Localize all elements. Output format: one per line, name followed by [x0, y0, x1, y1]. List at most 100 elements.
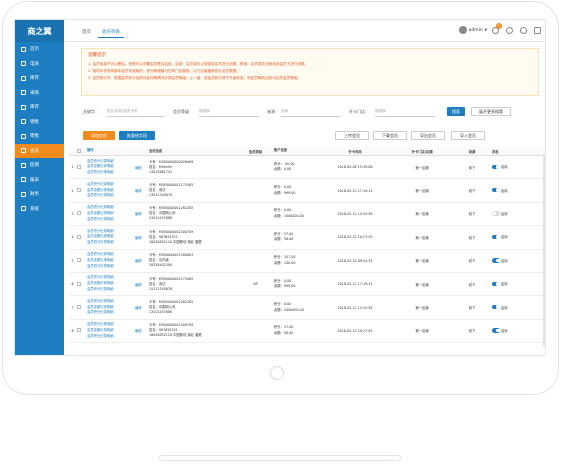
- points-log-link[interactable]: 会员积分记录明细: [87, 182, 113, 186]
- sidebar-item-label: 报表: [30, 177, 39, 183]
- table-row: 5 会员积分记录明细 会员余额记录明细 会员积分记录明细 编辑 卡号：M5E0000001…: [69, 250, 545, 273]
- export-member-button[interactable]: 导出会员: [411, 131, 445, 140]
- sidebar-item[interactable]: 首页: [15, 42, 64, 57]
- status-toggle[interactable]: 启用: [491, 187, 527, 194]
- edit-link[interactable]: 编辑: [134, 328, 148, 333]
- balance-log-link[interactable]: 会员余额记录明细: [87, 211, 113, 215]
- points-log-link[interactable]: 会员积分记录明细: [87, 217, 113, 221]
- balance-log-link[interactable]: 会员余额记录明细: [87, 234, 113, 238]
- download-member-button[interactable]: 下载会员: [373, 131, 407, 140]
- toggle-switch[interactable]: [492, 258, 500, 263]
- toggle-switch[interactable]: [492, 328, 500, 333]
- points-log-link[interactable]: 会员积分记录明细: [87, 275, 113, 279]
- toggle-switch[interactable]: [492, 281, 500, 287]
- edit-link[interactable]: 编辑: [134, 235, 148, 240]
- points-log-link[interactable]: 会员积分记录明细: [87, 287, 113, 291]
- sidebar-item[interactable]: 销售: [15, 115, 64, 130]
- edit-link[interactable]: 编辑: [134, 282, 148, 287]
- sidebar-item[interactable]: 库存: [15, 71, 64, 86]
- card-no: 卡号：M5E0000001173485: [149, 276, 194, 281]
- row-number: 2: [71, 188, 74, 193]
- sidebar-item[interactable]: 库存: [15, 100, 64, 115]
- member-name: 姓名：Mhhhhh: [149, 164, 173, 169]
- tab-home[interactable]: 首页: [78, 27, 95, 37]
- expand-search-button[interactable]: 展开更多搜索: [471, 107, 511, 116]
- sidebar-item[interactable]: 零售: [15, 129, 64, 144]
- points-log-link[interactable]: 会员积分记录明细: [87, 193, 113, 197]
- toggle-switch[interactable]: [492, 304, 500, 310]
- balance-log-link[interactable]: 会员余额记录明细: [87, 258, 113, 262]
- edit-link[interactable]: 编辑: [134, 258, 148, 263]
- send-icon[interactable]: [534, 27, 541, 34]
- sidebar-item[interactable]: 会员: [15, 143, 64, 158]
- points-log-link[interactable]: 会员积分记录明细: [87, 170, 113, 174]
- points-log-link[interactable]: 会员积分记录明细: [87, 205, 113, 209]
- batch-button[interactable]: 批量给字段: [119, 131, 155, 140]
- toggle-switch[interactable]: [492, 164, 500, 170]
- user-menu[interactable]: admin ▾: [458, 26, 487, 34]
- toggle-switch[interactable]: [492, 211, 500, 216]
- row-checkbox[interactable]: [76, 258, 86, 263]
- status-toggle[interactable]: 启用: [491, 234, 527, 240]
- row-checkbox[interactable]: [76, 328, 86, 333]
- user-icon[interactable]: [506, 27, 513, 34]
- row-checkbox[interactable]: [76, 234, 86, 240]
- points-log-link[interactable]: 会员积分记录明细: [87, 240, 113, 244]
- sidebar-item[interactable]: 采购: [15, 86, 64, 101]
- open-time: 2018-03-12 13:52:58: [337, 305, 373, 310]
- open-time: 2018-03-12 17:19:13: [337, 188, 373, 193]
- points-log-link[interactable]: 会员积分记录明细: [87, 322, 113, 326]
- sidebar-item[interactable]: 系统: [15, 202, 64, 217]
- row-checkbox[interactable]: [76, 188, 86, 193]
- add-member-button[interactable]: 添加会员: [83, 131, 115, 140]
- points-log-link[interactable]: 会员积分记录明细: [87, 159, 113, 163]
- menu-icon: [21, 177, 26, 183]
- points-log-link[interactable]: 会员积分记录明细: [87, 229, 113, 233]
- status-toggle[interactable]: 启用: [491, 164, 527, 170]
- import-member-button[interactable]: 导入会员: [451, 131, 485, 140]
- balance-log-link[interactable]: 会员余额记录明细: [87, 305, 113, 309]
- row-checkbox[interactable]: [76, 305, 86, 310]
- points-log-link[interactable]: 会员积分记录明细: [87, 252, 113, 256]
- balance-log-link[interactable]: 会员余额记录明细: [87, 328, 113, 332]
- store-select[interactable]: 请选择: [375, 107, 435, 117]
- toggle-switch[interactable]: [492, 234, 500, 240]
- tab-member-list[interactable]: 会员列表: [98, 27, 124, 38]
- tip-line: 1. 会员信息不可以删除，但是可以设置会员是否启用，启用：会员将可以使用该会员进…: [88, 62, 309, 66]
- row-checkbox[interactable]: [76, 164, 86, 170]
- source-select[interactable]: 全部: [281, 107, 341, 117]
- sidebar-item[interactable]: 财务: [15, 187, 64, 202]
- balance-log-link[interactable]: 会员余额记录明细: [87, 164, 113, 168]
- upload-member-button[interactable]: 上传会员: [335, 131, 369, 140]
- toggle-switch[interactable]: [492, 187, 500, 193]
- balance-log-link[interactable]: 会员余额记录明细: [87, 281, 113, 285]
- points-log-link[interactable]: 会员积分记录明细: [87, 299, 113, 303]
- row-checkbox[interactable]: [76, 211, 86, 216]
- edit-link[interactable]: 编辑: [134, 165, 148, 170]
- edit-link[interactable]: 编辑: [134, 211, 148, 216]
- status-toggle[interactable]: 启用: [491, 304, 527, 311]
- row-checkbox[interactable]: [76, 281, 86, 287]
- help-icon[interactable]: [520, 27, 527, 34]
- status-toggle[interactable]: 启用: [491, 328, 527, 334]
- status-toggle[interactable]: 启用: [491, 258, 527, 264]
- level-select[interactable]: 请选择: [199, 107, 259, 117]
- balance: 余额：999.00: [274, 284, 296, 289]
- points: 积分：207.00: [274, 255, 296, 260]
- status-toggle[interactable]: 启用: [491, 211, 527, 217]
- sidebar-item[interactable]: 电商: [15, 57, 64, 72]
- balance-log-link[interactable]: 会员余额记录明细: [87, 188, 113, 192]
- status-toggle[interactable]: 启用: [491, 281, 527, 287]
- balance: 余额：999.00: [274, 190, 296, 195]
- scrollbar[interactable]: [543, 156, 545, 346]
- col-check[interactable]: [76, 148, 86, 154]
- edit-link[interactable]: 编辑: [134, 305, 148, 310]
- sidebar-item[interactable]: 报表: [15, 173, 64, 188]
- keyword-input[interactable]: 姓名/手机/会员卡号: [107, 107, 165, 117]
- edit-link[interactable]: 编辑: [134, 188, 148, 193]
- sidebar-item[interactable]: 促销: [15, 158, 64, 173]
- points-log-link[interactable]: 会员积分记录明细: [87, 310, 113, 314]
- points-log-link[interactable]: 会员积分记录明细: [87, 264, 113, 268]
- points-log-link[interactable]: 会员积分记录明细: [87, 334, 113, 338]
- search-button[interactable]: 搜索: [447, 107, 465, 116]
